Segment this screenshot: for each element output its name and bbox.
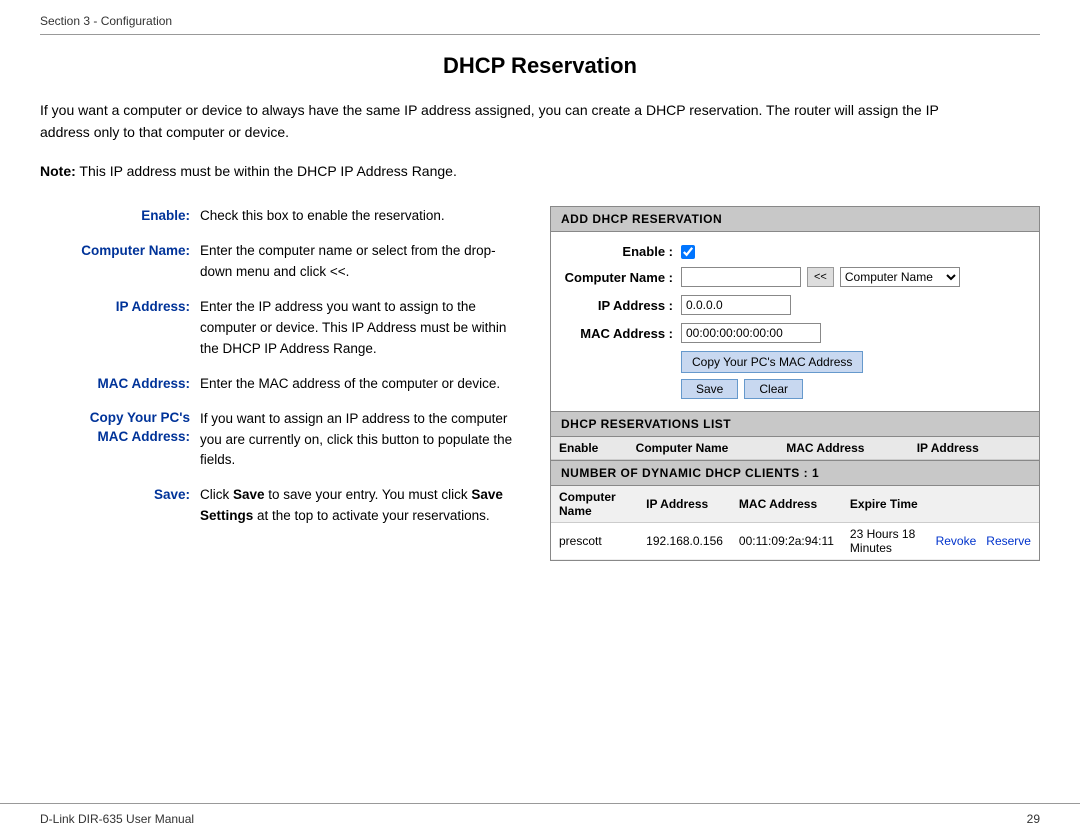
revoke-link[interactable]: Revoke — [936, 534, 977, 548]
footer-right: 29 — [1027, 812, 1040, 826]
ip-address-control — [681, 295, 1029, 315]
enable-label: Enable : — [561, 244, 681, 259]
computer-name-row: Computer Name : << Computer Name — [561, 267, 1029, 287]
add-dhcp-form: Enable : Computer Name : << Computer Nam… — [551, 232, 1039, 412]
enable-checkbox[interactable] — [681, 245, 695, 259]
ip-address-label: IP Address : — [561, 298, 681, 313]
intro-text: If you want a computer or device to alwa… — [40, 99, 940, 144]
computer-name-select[interactable]: Computer Name — [840, 267, 960, 287]
desc-copy-mac-label: Copy Your PC'sMAC Address: — [40, 409, 200, 472]
dyn-col-ip-address: IP Address — [638, 486, 731, 523]
dynamic-header-row: Computer Name IP Address MAC Address Exp… — [551, 486, 1039, 523]
dyn-cell-ip-address: 192.168.0.156 — [638, 523, 731, 560]
col-enable: Enable — [551, 437, 628, 460]
save-button[interactable]: Save — [681, 379, 738, 399]
dyn-cell-computer-name: prescott — [551, 523, 638, 560]
computer-name-label: Computer Name : — [561, 270, 681, 285]
dyn-cell-expire-time: 23 Hours 18 Minutes — [842, 523, 928, 560]
desc-save-label: Save: — [40, 485, 200, 527]
desc-computer-name: Computer Name: Enter the computer name o… — [40, 241, 520, 283]
dynamic-clients-table: Computer Name IP Address MAC Address Exp… — [551, 486, 1039, 560]
dyn-col-mac-address: MAC Address — [731, 486, 842, 523]
desc-ip-address: IP Address: Enter the IP address you wan… — [40, 297, 520, 360]
reservations-table: Enable Computer Name MAC Address IP Addr… — [551, 437, 1039, 460]
desc-ip-address-label: IP Address: — [40, 297, 200, 360]
desc-mac-address-content: Enter the MAC address of the computer or… — [200, 374, 520, 395]
desc-mac-address: MAC Address: Enter the MAC address of th… — [40, 374, 520, 395]
computer-name-control: << Computer Name — [681, 267, 1029, 287]
footer: D-Link DIR-635 User Manual 29 — [0, 803, 1080, 834]
dynamic-clients-header: NUMBER OF DYNAMIC DHCP CLIENTS : 1 — [551, 461, 1039, 486]
col-mac-address: MAC Address — [778, 437, 909, 460]
add-dhcp-header: ADD DHCP RESERVATION — [551, 207, 1039, 232]
page-title: DHCP Reservation — [40, 53, 1040, 79]
computer-name-input[interactable] — [681, 267, 801, 287]
desc-enable-label: Enable: — [40, 206, 200, 227]
note-content: This IP address must be within the DHCP … — [79, 163, 456, 179]
note-prefix: Note: — [40, 163, 76, 179]
reservations-list: DHCP RESERVATIONS LIST Enable Computer N… — [551, 412, 1039, 461]
left-descriptions: Enable: Check this box to enable the res… — [40, 206, 520, 541]
desc-computer-name-content: Enter the computer name or select from t… — [200, 241, 520, 283]
right-panel: ADD DHCP RESERVATION Enable : Computer N… — [550, 206, 1040, 561]
desc-copy-mac-content: If you want to assign an IP address to t… — [200, 409, 520, 472]
dyn-col-actions — [928, 486, 1039, 523]
enable-row: Enable : — [561, 244, 1029, 259]
chevron-button[interactable]: << — [807, 267, 834, 287]
dyn-col-computer-name: Computer Name — [551, 486, 638, 523]
mac-address-label: MAC Address : — [561, 326, 681, 341]
table-row: prescott 192.168.0.156 00:11:09:2a:94:11… — [551, 523, 1039, 560]
desc-save-content: Click Save to save your entry. You must … — [200, 485, 520, 527]
col-ip-address: IP Address — [909, 437, 1017, 460]
dyn-col-expire-time: Expire Time — [842, 486, 928, 523]
desc-save: Save: Click Save to save your entry. You… — [40, 485, 520, 527]
mac-address-control — [681, 323, 1029, 343]
ip-address-input[interactable] — [681, 295, 791, 315]
desc-enable-content: Check this box to enable the reservation… — [200, 206, 520, 227]
dynamic-clients: NUMBER OF DYNAMIC DHCP CLIENTS : 1 Compu… — [551, 461, 1039, 560]
copy-mac-button[interactable]: Copy Your PC's MAC Address — [681, 351, 863, 373]
dyn-cell-links: Revoke Reserve — [928, 523, 1039, 560]
section-label: Section 3 - Configuration — [40, 14, 1040, 28]
col-actions — [1017, 437, 1039, 460]
reservations-header-row: Enable Computer Name MAC Address IP Addr… — [551, 437, 1039, 460]
desc-copy-mac: Copy Your PC'sMAC Address: If you want t… — [40, 409, 520, 472]
mac-address-input[interactable] — [681, 323, 821, 343]
save-clear-row: Save Clear — [681, 379, 1029, 399]
desc-computer-name-label: Computer Name: — [40, 241, 200, 283]
col-computer-name: Computer Name — [628, 437, 779, 460]
mac-address-row: MAC Address : — [561, 323, 1029, 343]
reservations-header: DHCP RESERVATIONS LIST — [551, 412, 1039, 437]
dyn-cell-mac-address: 00:11:09:2a:94:11 — [731, 523, 842, 560]
footer-left: D-Link DIR-635 User Manual — [40, 812, 194, 826]
enable-control — [681, 245, 1029, 259]
desc-ip-address-content: Enter the IP address you want to assign … — [200, 297, 520, 360]
reserve-link[interactable]: Reserve — [986, 534, 1031, 548]
clear-button[interactable]: Clear — [744, 379, 803, 399]
desc-mac-address-label: MAC Address: — [40, 374, 200, 395]
ip-address-row: IP Address : — [561, 295, 1029, 315]
note-text: Note: This IP address must be within the… — [40, 160, 1040, 182]
desc-enable: Enable: Check this box to enable the res… — [40, 206, 520, 227]
